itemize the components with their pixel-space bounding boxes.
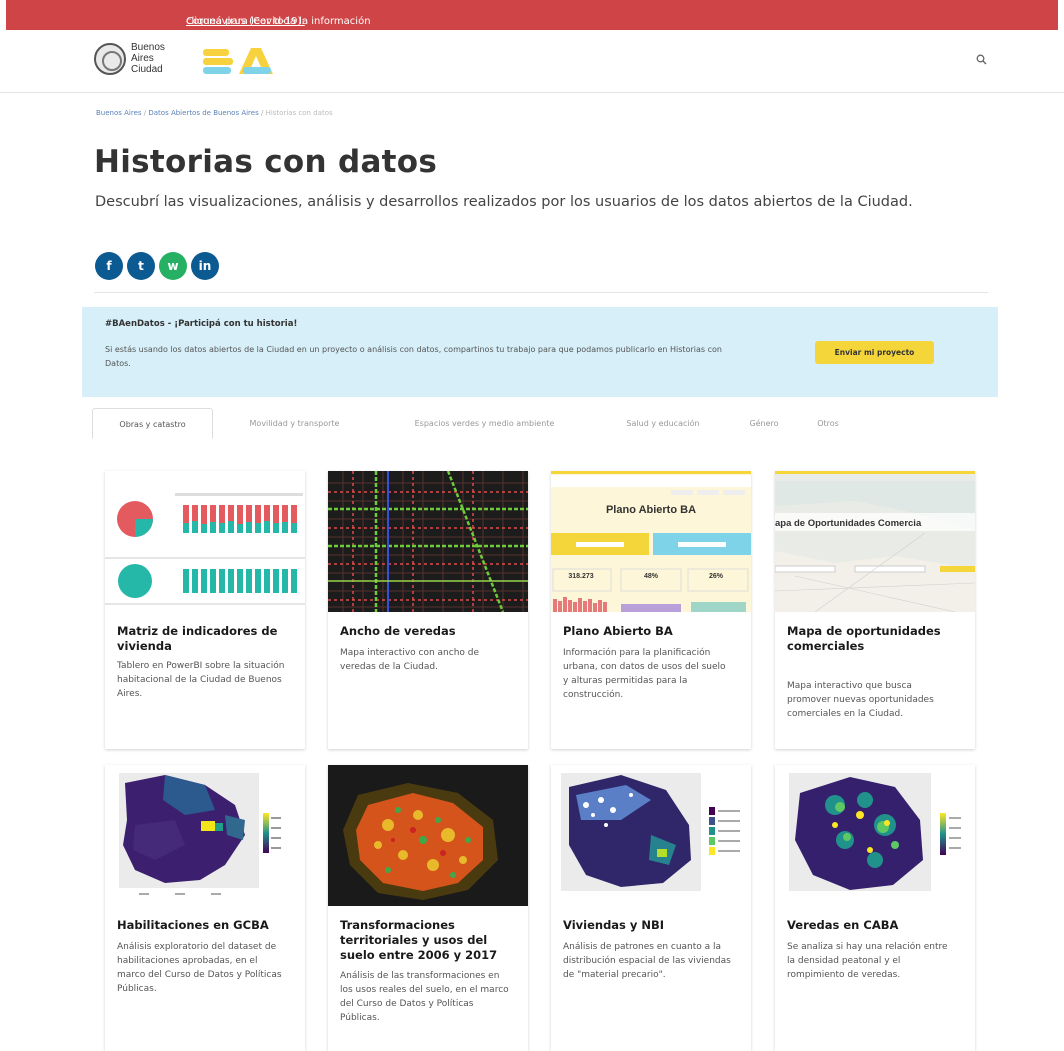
card-title: Viviendas y NBI: [563, 918, 665, 932]
card-description: Información para la planificación urbana…: [563, 648, 726, 700]
linkedin-icon: in: [198, 259, 212, 273]
card-title: Habilitaciones en GCBA: [117, 918, 269, 932]
card-thumbnail: [105, 765, 305, 906]
card-title: Plano Abierto BA: [563, 624, 673, 638]
tab-genero[interactable]: Género: [735, 408, 793, 439]
story-card-habilitaciones[interactable]: Habilitaciones en GCBA Análisis explorat…: [105, 765, 305, 1051]
twitter-share-button[interactable]: t: [127, 252, 155, 280]
card-title: Transformaciones territoriales y usos de…: [340, 918, 498, 962]
city-seal-logo[interactable]: [94, 43, 126, 75]
card-thumbnail: [551, 765, 751, 906]
breadcrumb-separator: /: [258, 109, 266, 117]
category-tabs: Obras y catastro Movilidad y transporte …: [92, 408, 872, 440]
card-thumbnail: apa de Oportunidades Comercia: [775, 471, 975, 612]
card-thumbnail: [328, 765, 528, 906]
story-card-transformaciones[interactable]: Transformaciones territoriales y usos de…: [328, 765, 528, 1051]
card-thumbnail: [105, 471, 305, 612]
facebook-icon: f: [106, 259, 112, 273]
twitter-icon: t: [138, 259, 144, 273]
facebook-share-button[interactable]: f: [95, 252, 123, 280]
breadcrumb: Buenos Aires / Datos Abiertos de Buenos …: [96, 109, 333, 117]
section-divider: [94, 292, 988, 293]
story-card-viviendas-nbi[interactable]: Viviendas y NBI Análisis de patrones en …: [551, 765, 751, 1051]
page-subtitle: Descubrí las visualizaciones, análisis y…: [95, 194, 913, 210]
card-title: Matriz de indicadores de vivienda: [117, 624, 278, 653]
card-description: Mapa interactivo que busca promover nuev…: [787, 681, 934, 719]
breadcrumb-current: Historias con datos: [265, 109, 333, 117]
logo-line-1: Buenos: [131, 42, 165, 53]
breadcrumb-datos-abiertos[interactable]: Datos Abiertos de Buenos Aires: [148, 109, 258, 117]
site-header: Buenos Aires Ciudad: [0, 30, 1064, 93]
card-title: Veredas en CABA: [787, 918, 899, 932]
card-title: Mapa de oportunidades comerciales: [787, 624, 941, 653]
card-thumbnail: [328, 471, 528, 612]
card-description: Mapa interactivo con ancho de veredas de…: [340, 648, 480, 672]
whatsapp-icon: w: [167, 259, 179, 273]
story-card-matriz-vivienda[interactable]: Matriz de indicadores de vivienda Tabler…: [105, 471, 305, 749]
story-card-veredas-caba[interactable]: Veredas en CABA Se analiza si hay una re…: [775, 765, 975, 1051]
card-description: Tablero en PowerBI sobre la situación ha…: [117, 661, 285, 699]
card-description: Análisis de patrones en cuanto a la dist…: [563, 942, 731, 980]
linkedin-share-button[interactable]: in: [191, 252, 219, 280]
card-description: Se analiza si hay una relación entre la …: [787, 942, 948, 980]
thumb-stat-3: 26%: [709, 573, 724, 580]
tab-espacios-verdes[interactable]: Espacios verdes y medio ambiente: [377, 408, 592, 439]
social-share-bar: f t w in: [95, 252, 219, 280]
thumb-stat-2: 48%: [644, 573, 659, 580]
thumb-title: Plano Abierto BA: [606, 504, 696, 516]
logo-line-2: Aires: [131, 53, 154, 64]
tab-movilidad-y-transporte[interactable]: Movilidad y transporte: [222, 408, 367, 439]
search-button[interactable]: [970, 50, 992, 72]
ba-brand-logo[interactable]: [203, 46, 273, 76]
card-description: Análisis de las transformaciones en los …: [340, 971, 509, 1023]
thumb-stat-1: 318.273: [568, 573, 593, 580]
tab-obras-y-catastro[interactable]: Obras y catastro: [92, 408, 213, 439]
tab-salud-y-educacion[interactable]: Salud y educación: [604, 408, 722, 439]
page-title: Historias con datos: [94, 144, 438, 180]
covid-alert-bar[interactable]: Coronavirus (Covid-19): cliqueá para lee…: [6, 0, 1058, 30]
banner-title: #BAenDatos - ¡Participá con tu historia!: [105, 319, 298, 329]
thumb-title: apa de Oportunidades Comercia: [775, 518, 922, 529]
story-card-ancho-veredas[interactable]: Ancho de veredas Mapa interactivo con an…: [328, 471, 528, 749]
submit-project-button[interactable]: Enviar mi proyecto: [815, 341, 934, 364]
covid-alert-message: cliqueá para leer toda la información: [186, 16, 371, 27]
card-thumbnail: Plano Abierto BA 318.273 48% 26%: [551, 471, 751, 612]
story-card-oportunidades-comerciales[interactable]: apa de Oportunidades Comercia Mapa de op…: [775, 471, 975, 749]
participate-banner: #BAenDatos - ¡Participá con tu historia!…: [82, 307, 998, 397]
whatsapp-share-button[interactable]: w: [159, 252, 187, 280]
logo-line-3: Ciudad: [131, 64, 163, 75]
card-thumbnail: [775, 765, 975, 906]
breadcrumb-home[interactable]: Buenos Aires: [96, 109, 142, 117]
card-title: Ancho de veredas: [340, 624, 456, 638]
banner-text: Si estás usando los datos abiertos de la…: [105, 345, 722, 368]
search-icon: [976, 54, 986, 65]
city-logo-text[interactable]: Buenos Aires Ciudad: [131, 42, 165, 75]
story-card-plano-abierto[interactable]: Plano Abierto BA 318.273 48% 26% Plano A…: [551, 471, 751, 749]
card-description: Análisis exploratorio del dataset de hab…: [117, 942, 282, 994]
tab-otros[interactable]: Otros: [805, 408, 851, 439]
